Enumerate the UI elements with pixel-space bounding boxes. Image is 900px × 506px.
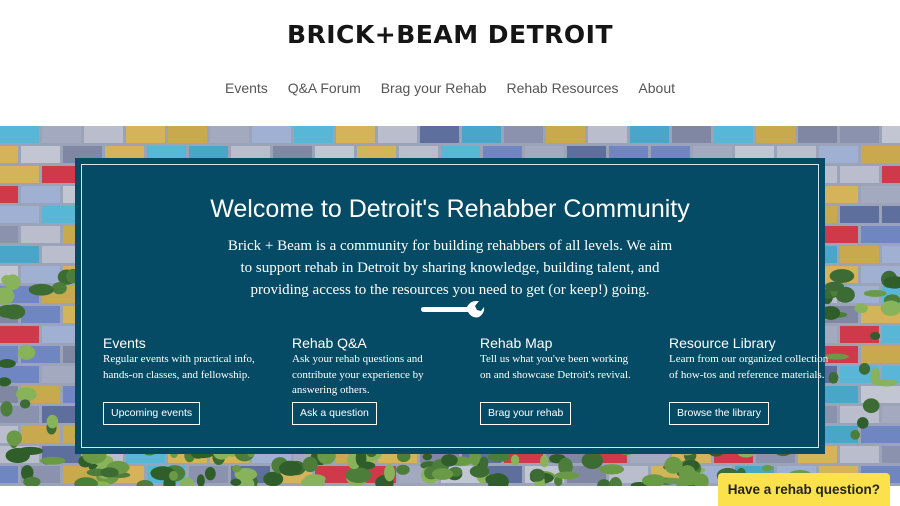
feature-resource-library-title: Resource Library [669, 335, 776, 351]
rehab-question-chat-button[interactable]: Have a rehab question? [717, 473, 890, 506]
nav-item-events[interactable]: Events [225, 80, 268, 96]
main-nav: Events Q&A Forum Brag your Rehab Rehab R… [0, 80, 900, 96]
nav-item-brag-your-rehab[interactable]: Brag your Rehab [381, 80, 487, 96]
nav-item-about[interactable]: About [638, 80, 675, 96]
welcome-panel-border: Welcome to Detroit's Rehabber Community … [81, 164, 828, 448]
wrench-icon [421, 301, 485, 318]
feature-events-title: Events [103, 335, 146, 351]
site-logo[interactable]: BRICK+BEAM DETROIT [0, 20, 900, 49]
feature-resource-library-text: Learn from our organized collection of h… [669, 353, 829, 381]
intro-text: Brick + Beam is a community for building… [227, 238, 673, 298]
feature-rehab-map-title: Rehab Map [480, 335, 553, 351]
feature-rehab-qa: Rehab Q&A Ask your rehab questions and c… [292, 335, 452, 425]
feature-events: Events Regular events with practical inf… [103, 335, 263, 425]
brag-your-rehab-button[interactable]: Brag your rehab [480, 402, 572, 425]
nav-item-qa-forum[interactable]: Q&A Forum [288, 80, 361, 96]
feature-rehab-qa-text: Ask your rehab questions and contribute … [292, 353, 424, 396]
feature-rehab-map-text: Tell us what you've been working on and … [480, 353, 631, 381]
feature-resource-library: Resource Library Learn from our organize… [669, 335, 829, 425]
hero-section: Welcome to Detroit's Rehabber Community … [0, 126, 900, 486]
browse-library-button[interactable]: Browse the library [669, 402, 770, 425]
site-header: BRICK+BEAM DETROIT Events Q&A Forum Brag… [0, 0, 900, 126]
upcoming-events-button[interactable]: Upcoming events [103, 402, 201, 425]
feature-rehab-qa-title: Rehab Q&A [292, 335, 367, 351]
nav-item-rehab-resources[interactable]: Rehab Resources [506, 80, 618, 96]
welcome-panel: Welcome to Detroit's Rehabber Community … [75, 158, 828, 454]
welcome-title: Welcome to Detroit's Rehabber Community [210, 195, 690, 223]
feature-rehab-map: Rehab Map Tell us what you've been worki… [480, 335, 640, 425]
feature-events-text: Regular events with practical info, hand… [103, 353, 255, 381]
ask-question-button[interactable]: Ask a question [292, 402, 377, 425]
